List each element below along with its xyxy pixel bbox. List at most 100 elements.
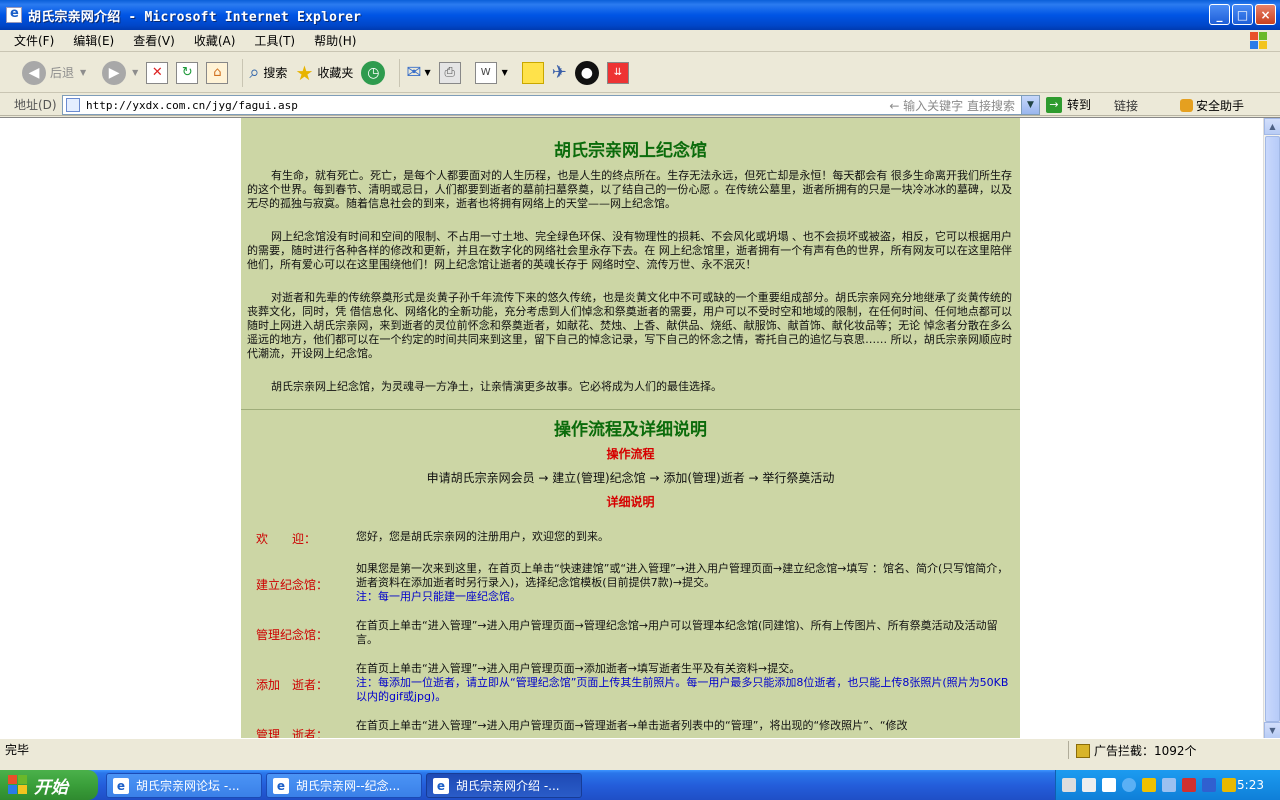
close-button[interactable]: × (1255, 4, 1276, 25)
status-bar: 完毕 广告拦截：1092个 (0, 738, 1280, 760)
back-arrow-icon: ◀ (22, 60, 46, 85)
qq-penguin-icon: ● (574, 60, 599, 85)
collapse-icon[interactable] (1122, 778, 1136, 792)
toolbar-separator (242, 58, 244, 87)
bookmark-icon: ⇊ (606, 61, 629, 84)
page-viewport: 胡氏宗亲网上纪念馆 有生命，就有死亡。死亡，是每个人都要面对的人生历程，也是人生… (0, 117, 1280, 738)
favorites-button[interactable]: ★ 收藏夹 (295, 61, 353, 85)
row-label-manage: 管理 逝者： (256, 728, 329, 738)
links-button[interactable]: 链接 (1114, 97, 1138, 114)
address-input[interactable]: http://yxdx.com.cn/jyg/fagui.asp ← 输入关键字… (62, 95, 1040, 115)
keyboard-icon[interactable] (1062, 778, 1076, 792)
messenger-button[interactable]: ✈ (552, 62, 567, 83)
history-button[interactable]: ◷ (361, 60, 386, 85)
row-note-create: 注：每一用户只能建一座纪念馆。 (356, 590, 521, 603)
mail-button[interactable]: ✉ ▼ (406, 62, 430, 83)
print-button[interactable]: ⎙ (438, 61, 461, 84)
ie-icon: e (273, 777, 289, 794)
forward-arrow-icon: ▶ (102, 60, 127, 85)
address-dropdown-icon[interactable]: ▼ (1021, 96, 1039, 114)
menu-view[interactable]: 查看(V) (133, 32, 175, 49)
input-method-icon[interactable] (1102, 778, 1116, 792)
menu-help[interactable]: 帮助(H) (314, 32, 356, 49)
row-text-create: 如果您是第一次来到这里，在首页上单击“快速建馆”或“进入管理”→进入用户管理页面… (356, 562, 1009, 603)
note-button[interactable] (521, 61, 544, 84)
scroll-up-icon[interactable]: ▲ (1264, 118, 1280, 135)
scroll-down-icon[interactable]: ▼ (1264, 722, 1280, 738)
intro-paragraph-2: 网上纪念馆没有时间和空间的限制、不占用一寸土地、完全绿色环保、没有物理性的损耗、… (247, 230, 1012, 271)
row-text-add: 在首页上单击“进入管理”→进入用户管理页面→添加逝者→填写逝者生平及有关资料→提… (356, 662, 1009, 703)
search-icon: ⌕ (249, 62, 260, 83)
volume-icon[interactable] (1202, 778, 1216, 792)
update-icon[interactable] (1222, 778, 1236, 792)
minimize-button[interactable]: _ (1209, 4, 1230, 25)
ie-icon: e (433, 777, 449, 794)
menu-file[interactable]: 文件(F) (14, 32, 54, 49)
ie-icon: e (113, 777, 129, 794)
intro-paragraph-1: 有生命，就有死亡。死亡，是每个人都要面对的人生历程，也是人生的终点所在。生存无法… (247, 169, 1012, 210)
qq-button[interactable]: ● (574, 60, 599, 85)
menu-edit[interactable]: 编辑(E) (73, 32, 114, 49)
row-text-welcome: 您好，您是胡氏宗亲网的注册用户，欢迎您的到来。 (356, 530, 609, 543)
system-tray: 5:23 (1055, 770, 1280, 800)
address-bar: 地址(D) http://yxdx.com.cn/jyg/fagui.asp ←… (0, 94, 1280, 116)
edit-button[interactable]: W ▼ (474, 61, 508, 84)
bookmark-button[interactable]: ⇊ (606, 61, 629, 84)
edit-icon: W (474, 61, 497, 84)
back-button[interactable]: ◀ 后退 ▼ (22, 60, 86, 85)
forward-button[interactable]: ▶ ▼ (102, 60, 139, 85)
pen-icon[interactable] (1082, 778, 1096, 792)
start-button[interactable]: 开始 (0, 770, 98, 800)
task-intro[interactable]: e 胡氏宗亲网介绍 -... (426, 773, 582, 798)
antivirus-icon[interactable] (1182, 778, 1196, 792)
print-icon: ⎙ (438, 61, 461, 84)
ie-icon (6, 6, 22, 23)
search-hint: ← 输入关键字 直接搜索 (889, 98, 1015, 113)
task-forum[interactable]: e 胡氏宗亲网论坛 -... (106, 773, 262, 798)
task-memorial[interactable]: e 胡氏宗亲网--纪念... (266, 773, 422, 798)
row-label-create: 建立纪念馆： (256, 578, 329, 592)
safety-assistant-button[interactable]: 安全助手 (1180, 97, 1244, 114)
menu-tools[interactable]: 工具(T) (254, 32, 295, 49)
stop-icon: ✕ (146, 61, 169, 84)
go-button[interactable]: → 转到 (1046, 96, 1091, 113)
ad-blocker-status[interactable]: 广告拦截：1092个 (1076, 742, 1197, 759)
security-shield-icon[interactable] (1142, 778, 1156, 792)
maximize-button[interactable]: □ (1232, 4, 1253, 25)
star-icon: ★ (295, 60, 314, 85)
detail-heading: 详细说明 (606, 495, 655, 509)
row-label-welcome: 欢 迎： (256, 532, 317, 546)
dropdown-arrow-icon: ▼ (501, 68, 508, 77)
window-title: 胡氏宗亲网介绍 - Microsoft Internet Explorer (28, 9, 362, 25)
home-button[interactable]: ⌂ (206, 61, 229, 84)
vertical-scrollbar[interactable]: ▲ ▼ (1263, 118, 1280, 738)
search-button[interactable]: ⌕ 搜索 (249, 62, 287, 83)
row-label-add: 添加 逝者： (256, 678, 329, 692)
refresh-icon: ↻ (176, 61, 199, 84)
row-note-add: 注：每添加一位逝者，请立即从“管理纪念馆”页面上传其生前照片。每一用户最多只能添… (356, 676, 1009, 703)
history-icon: ◷ (361, 60, 386, 85)
page-icon (66, 98, 80, 112)
network-icon[interactable] (1162, 778, 1176, 792)
taskbar: 开始 e 胡氏宗亲网论坛 -... e 胡氏宗亲网--纪念... e 胡氏宗亲网… (0, 770, 1280, 800)
stop-button[interactable]: ✕ (146, 61, 169, 84)
flow-steps: 申请胡氏宗亲网会员 → 建立(管理)纪念馆 → 添加(管理)逝者 → 举行祭奠活… (426, 471, 835, 485)
scroll-thumb[interactable] (1265, 136, 1280, 722)
url-text[interactable]: http://yxdx.com.cn/jyg/fagui.asp (86, 99, 298, 112)
windows-flag-icon (8, 775, 28, 795)
toolbar: ◀ 后退 ▼ ▶ ▼ ✕ ↻ ⌂ ⌕ 搜索 ★ 收藏夹 ◷ ✉ ▼ ⎙ W ▼ … (0, 53, 1280, 93)
toolbar-separator (399, 58, 401, 87)
menu-bar: 文件(F) 编辑(E) 查看(V) 收藏(A) 工具(T) 帮助(H) (0, 30, 1280, 52)
ad-block-icon (1076, 743, 1090, 758)
shield-icon (1180, 99, 1193, 112)
dropdown-arrow-icon: ▼ (424, 68, 431, 77)
messenger-icon: ✈ (551, 62, 567, 83)
section-title: 操作流程及详细说明 (554, 420, 707, 440)
note-icon (521, 61, 544, 84)
intro-paragraph-4: 胡氏宗亲网上纪念馆，为灵魂寻一方净土，让亲情演更多故事。它必将成为人们的最佳选择… (271, 380, 722, 393)
intro-paragraph-3: 对逝者和先辈的传统祭奠形式是炎黄子孙千年流传下来的悠久传统，也是炎黄文化中不可或… (247, 291, 1012, 360)
menu-favorites[interactable]: 收藏(A) (194, 32, 236, 49)
dropdown-arrow-icon: ▼ (132, 68, 139, 77)
refresh-button[interactable]: ↻ (176, 61, 199, 84)
row-text-manage: 在首页上单击“进入管理”→进入用户管理页面→管理逝者→单击逝者列表中的“管理”，… (356, 719, 908, 732)
